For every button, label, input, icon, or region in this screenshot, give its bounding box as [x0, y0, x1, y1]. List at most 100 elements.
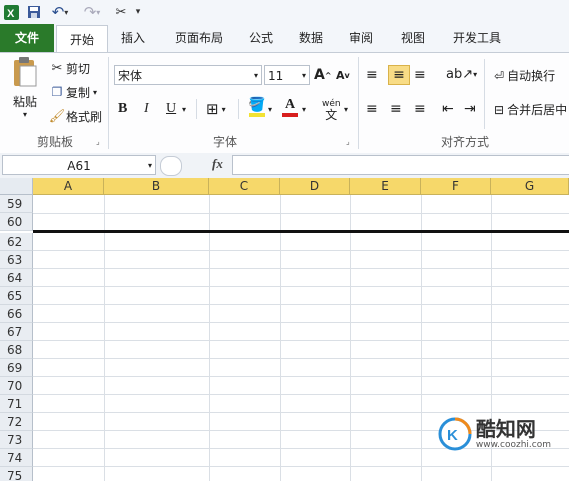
save-icon[interactable]: [26, 3, 42, 21]
row-header[interactable]: 64: [0, 269, 33, 287]
copy-button[interactable]: ❐ 复制 ▾: [48, 83, 97, 101]
cut-button[interactable]: ✂ 剪切: [48, 59, 90, 77]
column-header-g[interactable]: G: [491, 178, 569, 195]
row-header[interactable]: 59: [0, 195, 33, 213]
font-size-value: 11: [268, 69, 284, 83]
decrease-indent-icon[interactable]: ⇤: [442, 101, 454, 117]
redo-icon[interactable]: ↷ ▾: [80, 3, 104, 21]
row-header[interactable]: 65: [0, 287, 33, 305]
fill-color-swatch: [248, 113, 265, 117]
row-header[interactable]: 72: [0, 413, 33, 431]
font-size-combobox[interactable]: 11 ▾: [264, 65, 310, 85]
column-header-d[interactable]: D: [280, 178, 350, 195]
underline-button[interactable]: U: [166, 101, 176, 117]
align-left-icon[interactable]: ≡: [366, 101, 378, 117]
increase-font-size-button[interactable]: A ^: [314, 67, 332, 83]
orientation-icon[interactable]: ab↗ ▾: [446, 67, 477, 82]
row-header[interactable]: 75: [0, 467, 33, 481]
tab-developer[interactable]: 开发工具: [444, 24, 510, 52]
chevron-down-icon: ▾: [93, 87, 98, 97]
italic-button[interactable]: I: [144, 101, 149, 117]
column-header-c[interactable]: C: [209, 178, 280, 195]
gridline: [421, 195, 422, 481]
phonetic-guide-button[interactable]: wén 文: [322, 99, 341, 121]
chevron-down-icon[interactable]: ▾: [302, 105, 306, 114]
gridline: [33, 286, 569, 287]
gridline: [33, 322, 569, 323]
formula-input[interactable]: [232, 155, 569, 175]
align-center-icon[interactable]: ≡: [390, 101, 402, 117]
excel-logo-icon[interactable]: X: [3, 3, 19, 21]
column-header-a[interactable]: A: [33, 178, 104, 195]
merge-cells-icon: ⊟: [494, 102, 505, 117]
bold-button[interactable]: B: [118, 101, 127, 117]
tab-home[interactable]: 开始: [56, 25, 108, 53]
row-header[interactable]: 69: [0, 359, 33, 377]
decrease-font-size-button[interactable]: Av: [336, 69, 350, 82]
fill-color-button[interactable]: 🪣: [248, 97, 265, 117]
coozhi-logo-icon: K: [438, 417, 472, 451]
tab-data[interactable]: 数据: [290, 24, 332, 52]
insert-function-icon[interactable]: fx: [212, 156, 223, 172]
align-right-icon[interactable]: ≡: [414, 101, 426, 117]
align-bottom-icon[interactable]: ≡: [414, 67, 426, 83]
chevron-down-icon: ▾: [301, 71, 306, 80]
chevron-down-icon[interactable]: ▾: [182, 105, 186, 114]
tab-review[interactable]: 审阅: [340, 24, 382, 52]
row-header[interactable]: 67: [0, 323, 33, 341]
row-header[interactable]: 70: [0, 377, 33, 395]
ribbon-tabs: 文件 开始 插入 页面布局 公式 数据 审阅 视图 开发工具: [0, 24, 569, 53]
formula-bar: A61 ▾ fx: [0, 153, 569, 179]
name-box[interactable]: A61 ▾: [2, 155, 156, 175]
column-header-e[interactable]: E: [350, 178, 421, 195]
column-header-b[interactable]: B: [104, 178, 209, 195]
row-header[interactable]: 62: [0, 233, 33, 251]
dialog-launcher-icon[interactable]: ⌟: [96, 137, 100, 146]
paint-bucket-icon: 🪣: [248, 97, 266, 113]
row-header[interactable]: 73: [0, 431, 33, 449]
tab-view[interactable]: 视图: [390, 24, 436, 52]
formula-bar-resize-handle[interactable]: [160, 156, 182, 176]
wrap-text-button[interactable]: ⏎ 自动换行: [494, 67, 555, 84]
chevron-down-icon: ▾: [253, 71, 258, 80]
format-painter-button[interactable]: 🖌 格式刷: [48, 107, 102, 125]
increase-indent-icon[interactable]: ⇥: [464, 101, 476, 117]
gridline: [33, 466, 569, 467]
align-middle-icon[interactable]: ≡: [388, 65, 410, 85]
gridline: [209, 195, 210, 481]
chevron-down-icon[interactable]: ▾: [268, 105, 272, 114]
row-header[interactable]: 60: [0, 213, 33, 231]
merge-center-button[interactable]: ⊟ 合并后居中: [494, 101, 567, 118]
row-header[interactable]: 71: [0, 395, 33, 413]
chevron-down-icon[interactable]: ▾: [344, 105, 348, 114]
font-color-button[interactable]: A: [282, 97, 298, 117]
tab-page-layout[interactable]: 页面布局: [165, 24, 233, 52]
toolbar-divider: [196, 99, 197, 119]
quick-access-toolbar: X ↶ ▾ ↷ ▾ ✂ ▾: [0, 0, 569, 25]
tab-file[interactable]: 文件: [0, 24, 54, 52]
tab-insert[interactable]: 插入: [110, 24, 156, 52]
clipboard-icon: [14, 57, 37, 87]
borders-icon[interactable]: ⊞ ▾: [206, 100, 226, 118]
select-all-corner[interactable]: [0, 178, 33, 195]
tab-formulas[interactable]: 公式: [240, 24, 282, 52]
dialog-launcher-icon[interactable]: ⌟: [346, 137, 350, 146]
paste-button[interactable]: 粘贴 ▾: [8, 57, 42, 123]
undo-icon[interactable]: ↶ ▾: [48, 3, 72, 21]
column-header-f[interactable]: F: [421, 178, 491, 195]
row-header[interactable]: 63: [0, 251, 33, 269]
name-box-value: A61: [67, 159, 91, 173]
gridline: [104, 195, 105, 481]
gridline: [33, 268, 569, 269]
row-header[interactable]: 74: [0, 449, 33, 467]
cut-label: 剪切: [66, 61, 91, 76]
group-divider: [358, 57, 359, 149]
tools-icon[interactable]: ✂: [112, 3, 130, 21]
row-header[interactable]: 68: [0, 341, 33, 359]
toolbar-divider: [484, 59, 485, 129]
customize-qat-icon[interactable]: ▾: [132, 3, 144, 21]
align-top-icon[interactable]: ≡: [366, 67, 378, 83]
gridline: [350, 195, 351, 481]
row-header[interactable]: 66: [0, 305, 33, 323]
font-name-combobox[interactable]: 宋体 ▾: [114, 65, 262, 85]
